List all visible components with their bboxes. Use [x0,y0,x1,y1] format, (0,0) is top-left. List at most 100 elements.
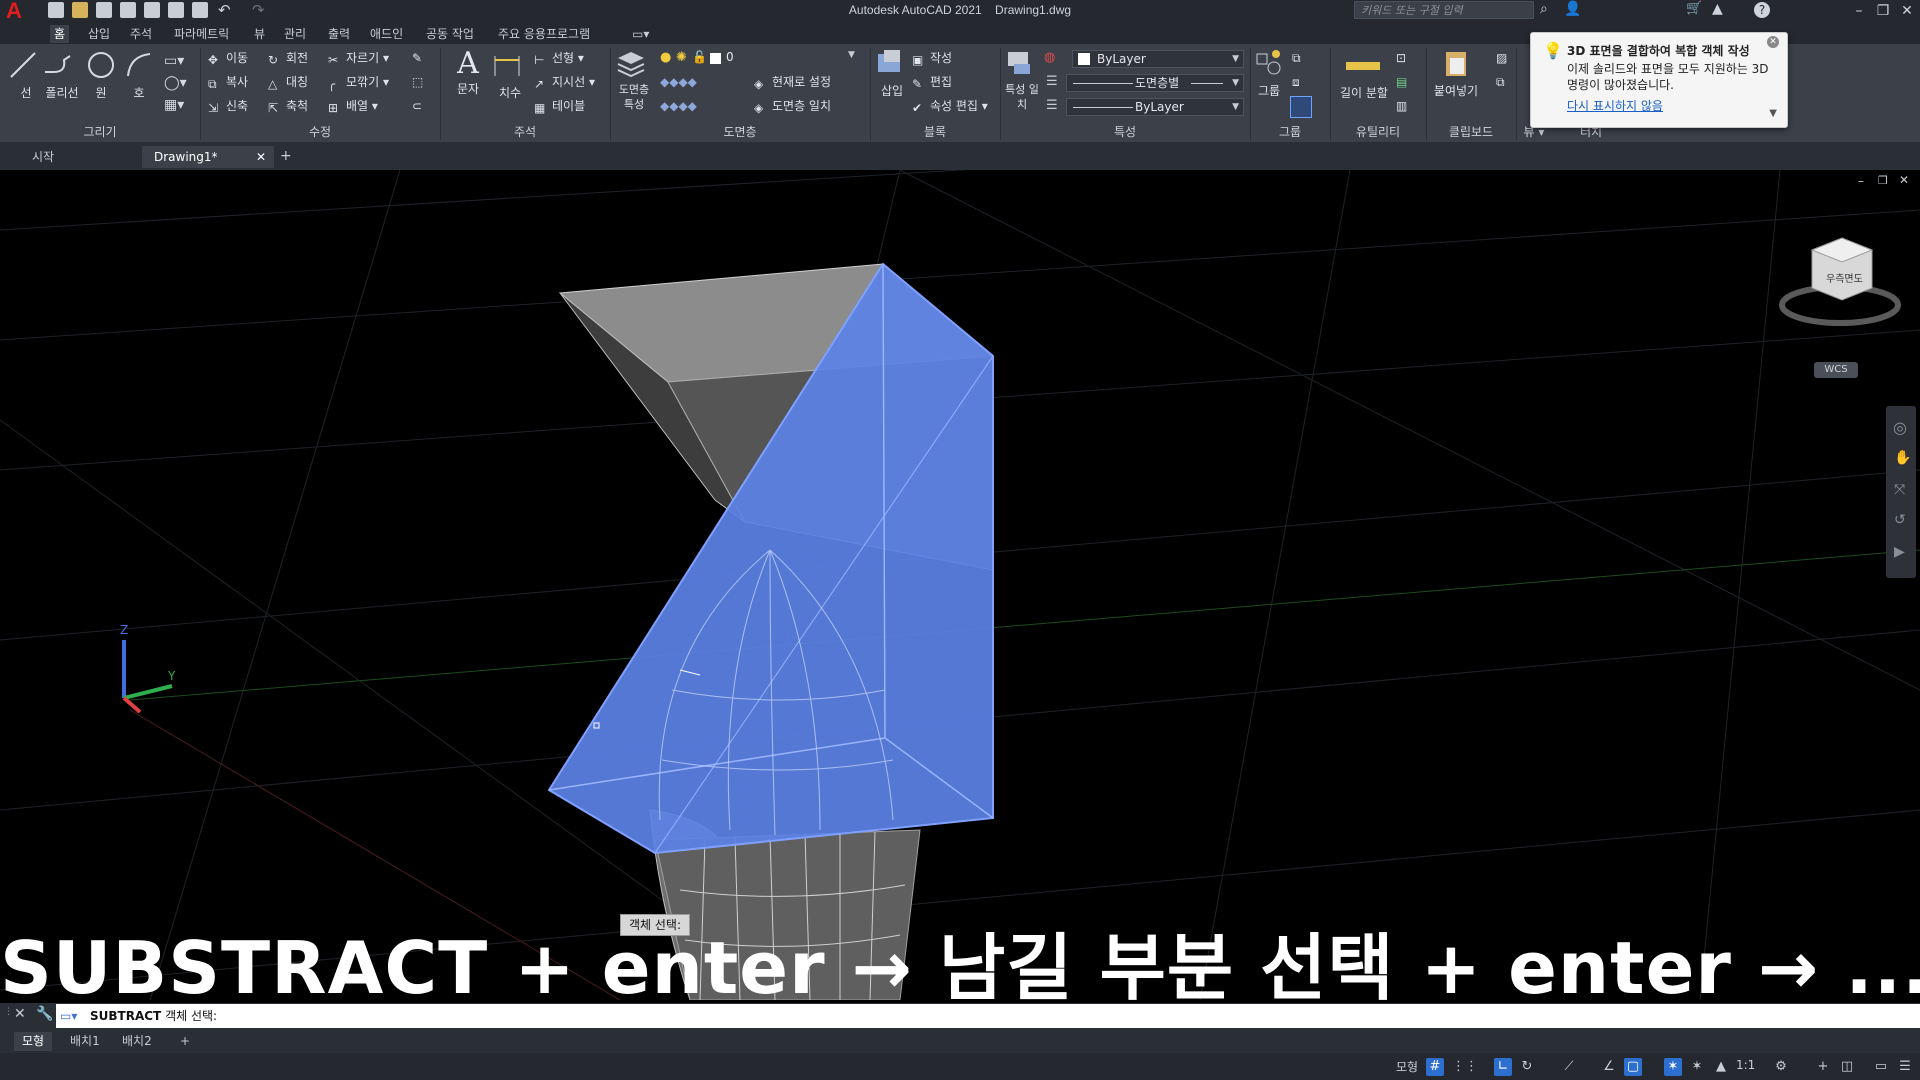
stretch-tool[interactable]: ⇲ 신축 [208,98,248,115]
pan-icon[interactable]: ✋ [1894,450,1911,466]
tab-insert[interactable]: 삽입 [84,25,114,43]
tab-annotate[interactable]: 주석 [126,25,156,43]
create-block-tool[interactable]: ▣ 작성 [912,50,952,67]
add-layout-icon[interactable]: + [172,1032,198,1051]
tab-start[interactable]: 시작 [20,146,152,168]
scale-display[interactable]: 1:1 [1736,1058,1755,1072]
cut-icon[interactable]: ▨ [1496,50,1507,66]
viewport-minimize-button[interactable]: – [1858,174,1864,188]
grip-icon[interactable]: ⋮ [4,1007,13,1017]
save-as-icon[interactable] [120,2,136,18]
tab-output[interactable]: 출력 [324,25,354,43]
explode-icon[interactable]: ⬚ [412,74,423,90]
clipboard-panel-title[interactable]: 클립보드 [1426,124,1516,140]
group-selection-icon[interactable] [1290,96,1312,118]
command-input[interactable]: ▭▾ SUBTRACT 객체 선택: [56,1004,1920,1028]
autodesk-app-icon[interactable]: ▲ [1712,1,1723,17]
move-tool[interactable]: ✥ 이동 [208,50,248,67]
undo-icon[interactable]: ↶ [218,1,231,19]
tab-drawing1[interactable]: Drawing1* ✕ [142,146,274,168]
workspace-gear-icon[interactable]: ⚙ [1772,1058,1790,1076]
utilities-panel-title[interactable]: 유틸리티 [1330,124,1426,140]
tab-home[interactable]: 홈 [50,25,70,43]
steering-wheel-icon[interactable]: ◎ [1893,418,1907,437]
plot-icon[interactable] [192,2,208,18]
layer-tools-row2[interactable]: ◆◆◆◆ [660,98,697,114]
quick-select-icon[interactable]: ⊡ [1396,50,1406,66]
orbit-icon[interactable]: ↺ [1894,512,1906,528]
fillet-tool[interactable]: ╭ 모깎기 ▾ [328,74,389,91]
search-icon[interactable]: ⌕ [1540,1,1548,17]
grid-toggle-icon[interactable]: # [1426,1058,1444,1076]
help-icon[interactable]: ? [1754,2,1770,18]
linear-tool[interactable]: ⊢ 선형 ▾ [534,50,584,67]
groups-panel-title[interactable]: 그룹 [1250,124,1330,140]
isolate-objects-icon[interactable]: ◫ [1838,1058,1856,1076]
circle-tool[interactable]: 원 [86,50,116,101]
search-input[interactable]: 키워드 또는 구절 입력 [1354,1,1534,19]
clean-screen-icon[interactable]: ▭ [1872,1058,1890,1076]
trim-tool[interactable]: ✂ 자르기 ▾ [328,50,389,67]
ortho-icon[interactable]: ∟ [1494,1058,1512,1076]
dimension-tool[interactable]: 치수 [492,50,528,101]
color-dropdown[interactable]: ByLayer ▼ [1072,50,1244,68]
close-icon[interactable]: ✕ [14,1006,26,1022]
text-tool[interactable]: A 문자 [452,48,484,97]
restore-button[interactable]: ❐ [1872,2,1894,20]
linetype-dropdown[interactable]: 도면층별 ▼ [1066,74,1244,92]
open-file-icon[interactable] [72,2,88,18]
measure-tool[interactable]: 길이 분할 [1336,50,1392,101]
tab-model[interactable]: 모형 [14,1032,53,1051]
showmotion-icon[interactable]: ▶ [1894,544,1905,560]
model-space-label[interactable]: 모형 [1396,1058,1418,1075]
isodraft-icon[interactable]: ⟋ [1560,1058,1578,1076]
new-tab-icon[interactable]: + [280,148,292,164]
match-layer-tool[interactable]: ◈ 도면층 일치 [754,98,831,115]
tab-view[interactable]: 뷰 [250,25,269,43]
tab-layout1[interactable]: 배치1 [62,1032,108,1051]
tab-featured-apps[interactable]: 주요 응용프로그램 [494,25,594,43]
new-file-icon[interactable] [48,2,64,18]
object-snap-icon[interactable]: ▢ [1624,1058,1642,1076]
tab-collaborate[interactable]: 공동 작업 [422,25,478,43]
layer-properties-tool[interactable]: 도면층 특성 [614,48,654,112]
tab-parametric[interactable]: 파라메트릭 [170,25,233,43]
id-point-icon[interactable]: ▥ [1396,98,1407,114]
autocad-logo-icon[interactable]: A [6,0,32,22]
annotation-scale-icon[interactable]: ▲ [1712,1058,1730,1076]
draw-extra-icons[interactable]: ▭▾ ◯▾ ▦▾ [164,50,187,116]
tab-manage[interactable]: 관리 [280,25,310,43]
command-history-icon[interactable]: ▭▾ [60,1004,77,1028]
group-edit-icon[interactable]: ⧈ [1292,74,1300,90]
table-tool[interactable]: ▦ 테이블 [534,98,585,115]
viewport-close-button[interactable]: ✕ [1899,173,1909,187]
rotate-tool[interactable]: ↻ 회전 [268,50,308,67]
expand-icon[interactable]: ▼ [1769,108,1777,119]
layer-dropdown[interactable]: ● ✺ 🔓 0 ▼ [660,50,860,68]
tab-layout2[interactable]: 배치2 [114,1032,160,1051]
close-button[interactable]: ✕ [1896,2,1918,20]
scale-tool[interactable]: ⇱ 축척 [268,98,308,115]
paste-tool[interactable]: 붙여넣기 [1430,48,1482,99]
modify-panel-title[interactable]: 수정 [200,124,440,140]
customize-icon[interactable]: 🔧 [36,1006,53,1022]
tab-addins[interactable]: 애드인 [366,25,407,43]
model-space-canvas[interactable]: Z Y 우측면도 [0,170,1920,1000]
drawing-viewport[interactable]: Z Y 우측면도 – ❐ ✕ WCS ◎ ✋ ⤧ ↺ ▶ 객체 선택: [0,170,1920,1000]
polar-tracking-icon[interactable]: ↻ [1518,1058,1536,1076]
auto-scale-icon[interactable]: ✶ [1688,1058,1706,1076]
copy-clip-icon[interactable]: ⧉ [1496,74,1505,90]
match-properties-tool[interactable]: 특성 일치 [1004,48,1040,112]
redo-icon[interactable]: ↷ [252,1,265,19]
cart-icon[interactable]: 🛒 [1686,1,1702,16]
ungroup-icon[interactable]: ⧉ [1292,50,1301,66]
annotation-panel-title[interactable]: 주석 [440,124,610,140]
layers-panel-title[interactable]: 도면층 [610,124,870,140]
lineweight-dropdown[interactable]: ByLayer ▼ [1066,98,1244,116]
insert-block-tool[interactable]: 삽입 [874,48,910,99]
wcs-badge[interactable]: WCS [1814,362,1858,378]
viewport-restore-button[interactable]: ❐ [1878,174,1888,187]
edit-block-tool[interactable]: ✎ 편집 [912,74,952,91]
web-mobile-icon[interactable] [144,2,160,18]
save-icon[interactable] [96,2,112,18]
